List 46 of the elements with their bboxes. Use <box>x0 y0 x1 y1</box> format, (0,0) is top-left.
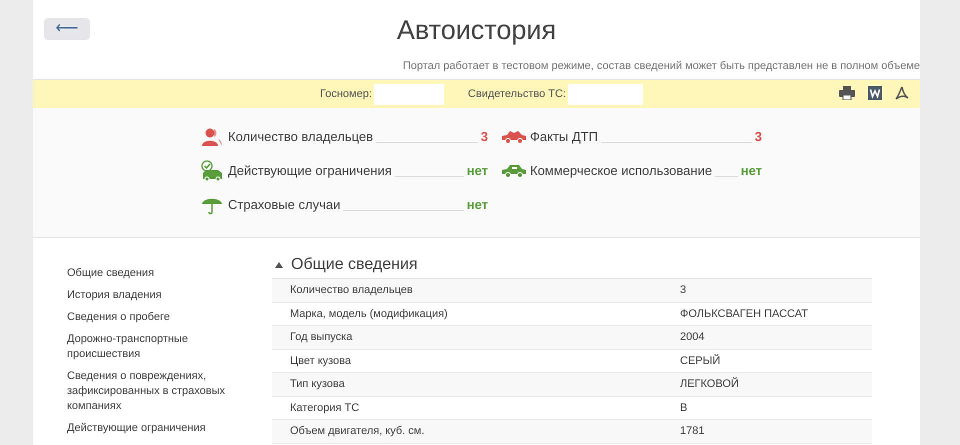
table-cell-text: Категория ТС <box>289 400 360 416</box>
section-header[interactable]: Общие сведения <box>272 252 872 278</box>
summary-value: нет <box>466 162 488 180</box>
table-cell-text: Год выпуска <box>289 330 354 345</box>
summary-value: нет <box>740 162 762 180</box>
pdf-icon[interactable] <box>895 86 909 100</box>
table-cell-text: 1781 <box>680 424 704 439</box>
summary-label: Факты ДТП <box>530 128 598 146</box>
table-cell-text: Марка, модель (модификация) <box>289 306 449 322</box>
notice-text: Портал работает в тестовом режиме, состав сведений может быть представлен не в полном объеме <box>402 59 920 74</box>
sidebar-link[interactable]: Действующие ограничения <box>67 421 247 436</box>
sidebar-link[interactable]: Сведения о повреждениях, зафиксированных в страховых компаниях <box>67 369 247 414</box>
field-label: Свидетельство ТС: <box>468 86 566 102</box>
table-cell-text: 2004 <box>680 330 704 345</box>
summary-value: 3 <box>480 128 488 146</box>
table-cell-text: Объем двигателя, куб. см. <box>289 424 426 439</box>
table-cell-text: B <box>680 400 688 416</box>
summary-label: Количество владельцев <box>228 128 374 146</box>
input-field[interactable] <box>374 84 444 104</box>
table-cell-text: Цвет кузова <box>289 354 352 368</box>
taxi-icon <box>501 164 527 178</box>
table-cell-text: Количество владельцев <box>289 283 414 298</box>
summary-label: Коммерческое использование <box>530 162 712 180</box>
summary-value: 3 <box>754 128 762 146</box>
sidebar-link[interactable]: Дорожно-транспортные происшествия <box>67 332 247 362</box>
summary-label: Действующие ограничения <box>228 162 392 180</box>
printer-icon[interactable] <box>839 86 855 100</box>
field-label: Госномер: <box>320 86 372 102</box>
summary-label: Страховые случаи <box>228 196 340 214</box>
sidebar-link[interactable]: Сведения о пробеге <box>67 310 247 325</box>
back-button[interactable]: ⟵ <box>44 18 90 40</box>
table-cell-text: СЕРЫЙ <box>680 353 720 368</box>
sidebar-link[interactable]: Общие сведения <box>67 266 247 281</box>
word-icon[interactable] <box>868 86 882 100</box>
input-field[interactable] <box>568 84 643 104</box>
table-cell-text: Тип кузова <box>289 377 346 392</box>
section-title: Общие сведения <box>291 255 418 275</box>
car-check-icon <box>201 160 223 182</box>
table-cell-text: ФОЛЬКСВАГЕН ПАССАТ <box>680 306 808 322</box>
summary-value: нет <box>466 196 488 214</box>
sidebar-link[interactable]: История владения <box>67 288 247 303</box>
car-icon <box>501 130 527 144</box>
page-title: Автоистория <box>396 14 556 47</box>
person-icon <box>202 128 222 146</box>
table-cell-text: ЛЕГКОВОЙ <box>680 376 739 392</box>
table-cell-text: 3 <box>680 283 686 298</box>
